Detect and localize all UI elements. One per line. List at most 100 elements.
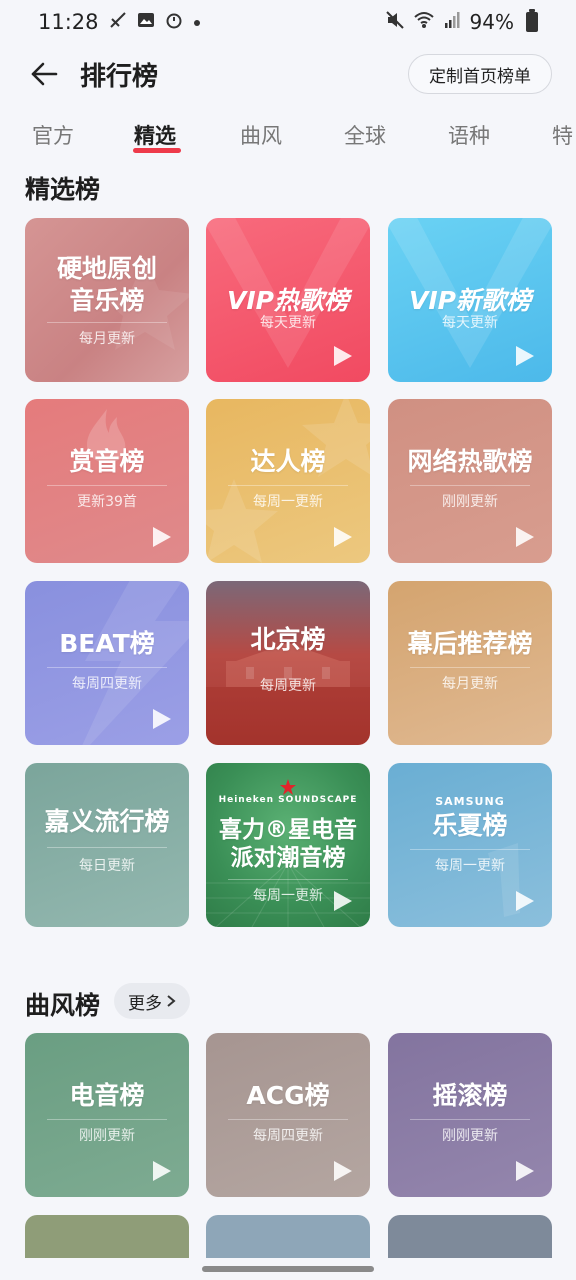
cell-signal-icon	[444, 11, 460, 34]
play-icon[interactable]	[149, 707, 173, 731]
card-title: 乐夏榜	[432, 811, 508, 840]
play-icon[interactable]	[149, 1159, 173, 1183]
card-divider	[47, 847, 167, 848]
back-button[interactable]	[26, 54, 62, 94]
signal-off-icon	[109, 11, 127, 34]
card-title: 嘉义流行榜	[44, 807, 170, 836]
card-divider	[47, 485, 167, 486]
chevron-right-icon	[167, 995, 176, 1007]
timer-icon	[165, 11, 183, 34]
tab-featured[interactable]: 精选	[134, 120, 176, 150]
battery-icon	[526, 9, 538, 32]
play-icon[interactable]	[149, 525, 173, 549]
status-bar: 11:28 94%	[0, 0, 576, 44]
card-title: BEAT榜	[59, 629, 155, 658]
card-divider	[47, 1119, 167, 1120]
card-update-text: 每天更新	[260, 315, 316, 331]
battery-percent: 94%	[469, 10, 514, 34]
card-divider	[410, 849, 530, 850]
card-title: 硬地原创	[56, 254, 157, 283]
active-tab-indicator	[133, 148, 181, 153]
play-icon[interactable]	[330, 1159, 354, 1183]
card-update-text: 每天更新	[442, 315, 498, 331]
dot-icon	[193, 12, 201, 32]
card-update-text: 每月更新	[442, 676, 498, 692]
header: 排行榜 定制首页榜单	[0, 44, 576, 104]
chart-card-talent[interactable]: 达人榜 每周一更新	[206, 399, 370, 563]
back-arrow-icon	[31, 62, 58, 86]
customize-home-charts-button[interactable]: 定制首页榜单	[408, 54, 552, 94]
card-update-text: 更新39首	[77, 494, 137, 510]
chart-card-internet-hot[interactable]: 网络热歌榜 刚刚更新	[388, 399, 552, 563]
page-title: 排行榜	[80, 62, 159, 92]
chart-card-vip-hot[interactable]: VIP热歌榜 每天更新	[206, 218, 370, 382]
chart-card-behind-scenes[interactable]: 幕后推荐榜 每月更新	[388, 581, 552, 745]
status-time: 11:28	[38, 10, 99, 34]
card-update-text: 每周四更新	[72, 676, 142, 692]
card-title: 电音榜	[69, 1081, 145, 1110]
play-icon[interactable]	[512, 889, 536, 913]
card-update-text: 每周更新	[260, 678, 316, 694]
card-divider	[47, 667, 167, 668]
mute-icon	[385, 10, 404, 34]
play-icon[interactable]	[330, 344, 354, 368]
tab-official[interactable]: 官方	[32, 120, 74, 150]
chart-card-appreciation[interactable]: 赏音榜 更新39首	[25, 399, 189, 563]
chart-card-indie-original[interactable]: 硬地原创 音乐榜 每月更新	[25, 218, 189, 382]
card-title-line2: 派对潮音榜	[230, 845, 346, 871]
card-divider	[410, 1119, 530, 1120]
chart-card-vip-new[interactable]: VIP新歌榜 每天更新	[388, 218, 552, 382]
card-update-text: 刚刚更新	[442, 1128, 498, 1144]
card-divider	[47, 322, 167, 323]
home-indicator[interactable]	[202, 1266, 374, 1272]
category-tabs: 官方 精选 曲风 全球 语种 特	[0, 116, 576, 160]
tab-language[interactable]: 语种	[448, 120, 490, 150]
card-update-text: 每月更新	[79, 331, 135, 347]
play-icon[interactable]	[512, 1159, 536, 1183]
chart-card-beijing[interactable]: 北京榜 每周更新	[206, 581, 370, 745]
play-icon[interactable]	[512, 525, 536, 549]
heineken-star-icon	[280, 779, 296, 795]
chart-card-heineken-party[interactable]: Heineken SOUNDSCAPE 喜力®星电音 派对潮音榜 每周一更新	[206, 763, 370, 927]
play-icon[interactable]	[512, 344, 536, 368]
play-icon[interactable]	[330, 525, 354, 549]
more-button[interactable]: 更多	[114, 983, 190, 1019]
card-title: 喜力®星电音	[219, 817, 357, 843]
card-title: ACG榜	[246, 1081, 330, 1110]
card-divider	[228, 1119, 348, 1120]
card-divider	[410, 667, 530, 668]
heineken-logo: Heineken SOUNDSCAPE	[218, 795, 358, 805]
card-update-text: 每周四更新	[253, 1128, 323, 1144]
card-title: 网络热歌榜	[407, 447, 533, 476]
card-update-text: 每日更新	[79, 858, 135, 874]
samsung-logo: SAMSUNG	[435, 795, 505, 808]
section-title-genre: 曲风榜	[25, 991, 101, 1020]
image-icon	[137, 11, 155, 34]
card-title: 赏音榜	[69, 447, 145, 476]
card-update-text: 刚刚更新	[79, 1128, 135, 1144]
tab-genre[interactable]: 曲风	[240, 120, 282, 150]
chart-card-rock[interactable]: 摇滚榜 刚刚更新	[388, 1033, 552, 1197]
card-divider	[228, 879, 348, 880]
chart-card-chiayi-pop[interactable]: 嘉义流行榜 每日更新	[25, 763, 189, 927]
tab-global[interactable]: 全球	[344, 120, 386, 150]
card-title: 幕后推荐榜	[407, 629, 533, 658]
more-label: 更多	[128, 993, 162, 1014]
card-update-text: 刚刚更新	[442, 494, 498, 510]
play-icon[interactable]	[330, 889, 354, 913]
card-divider	[228, 485, 348, 486]
card-title: 达人榜	[250, 447, 326, 476]
chart-card-summer[interactable]: SAMSUNG 乐夏榜 每周一更新	[388, 763, 552, 927]
card-update-text: 每周一更新	[435, 858, 505, 874]
tiananmen-illustration-icon	[206, 643, 370, 745]
chart-card-electronic[interactable]: 电音榜 刚刚更新	[25, 1033, 189, 1197]
card-update-text: 每周一更新	[253, 494, 323, 510]
section-title-featured: 精选榜	[25, 175, 101, 204]
card-divider	[410, 485, 530, 486]
wifi-icon	[413, 11, 434, 34]
card-title: 北京榜	[250, 625, 326, 654]
tab-special[interactable]: 特	[552, 120, 573, 150]
card-title-line2: 音乐榜	[69, 286, 145, 315]
chart-card-acg[interactable]: ACG榜 每周四更新	[206, 1033, 370, 1197]
chart-card-beat[interactable]: BEAT榜 每周四更新	[25, 581, 189, 745]
